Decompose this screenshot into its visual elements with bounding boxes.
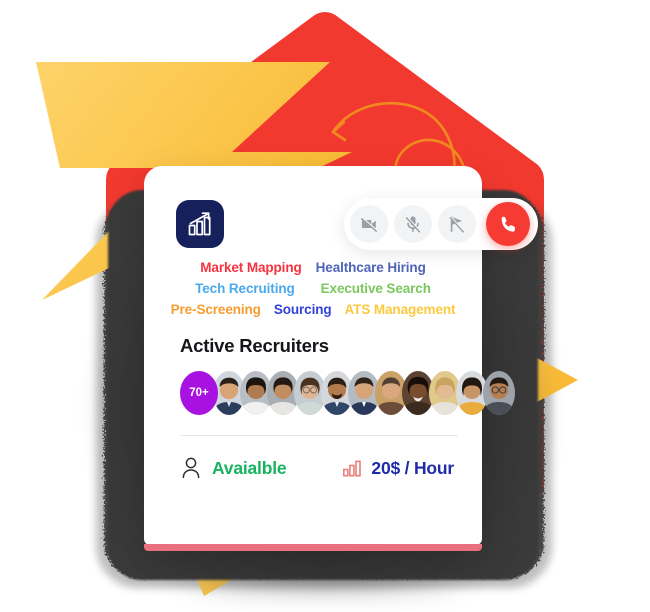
- recruiter-count-badge[interactable]: 70+: [180, 371, 218, 415]
- specialty-tag-cloud: Market Mapping Healthcare Hiring Tech Re…: [144, 260, 482, 317]
- tag-row-3: Pre-Screening Sourcing ATS Management: [164, 302, 462, 317]
- rate-label: 20$ / Hour: [371, 457, 455, 478]
- tag-executive-search[interactable]: Executive Search: [321, 281, 431, 296]
- tag-tech-recruiting[interactable]: Tech Recruiting: [195, 281, 295, 296]
- bar-chart-small-icon: [343, 460, 362, 477]
- section-title-active-recruiters: Active Recruiters: [180, 335, 329, 356]
- microphone-off-icon: [405, 215, 421, 233]
- video-off-button[interactable]: [350, 205, 388, 243]
- illustration-stage: Market Mapping Healthcare Hiring Tech Re…: [0, 0, 650, 612]
- tag-pre-screening[interactable]: Pre-Screening: [171, 302, 261, 317]
- tag-row-2: Tech Recruiting Executive Search: [164, 281, 462, 296]
- availability-label: Avaialble: [212, 457, 287, 478]
- screen-share-off-button[interactable]: [438, 205, 476, 243]
- screen-share-off-icon: [449, 215, 465, 233]
- end-call-button[interactable]: [486, 202, 530, 246]
- card-header: [144, 166, 538, 266]
- footer-divider: [180, 435, 458, 436]
- tag-ats-management[interactable]: ATS Management: [345, 302, 456, 317]
- card-bottom-accent-bar: [144, 544, 482, 551]
- card-footer: Avaialble 20$ / Hour: [180, 456, 482, 480]
- call-controls-pill: [344, 198, 538, 250]
- bar-chart-growth-icon: [188, 212, 211, 236]
- video-camera-off-icon: [360, 216, 378, 232]
- avatar[interactable]: [483, 371, 515, 415]
- mic-off-button[interactable]: [394, 205, 432, 243]
- rate-group: 20$ / Hour: [342, 458, 454, 479]
- recruiter-card: Market Mapping Healthcare Hiring Tech Re…: [144, 166, 538, 551]
- phone-icon: [501, 216, 515, 232]
- recruiter-avatar-strip: 70+: [180, 371, 515, 415]
- availability-group: Avaialble: [180, 456, 287, 480]
- person-outline-icon: [182, 457, 200, 479]
- tag-sourcing[interactable]: Sourcing: [274, 302, 332, 317]
- avatar-photo-11: [483, 371, 515, 415]
- brand-logo: [176, 200, 224, 248]
